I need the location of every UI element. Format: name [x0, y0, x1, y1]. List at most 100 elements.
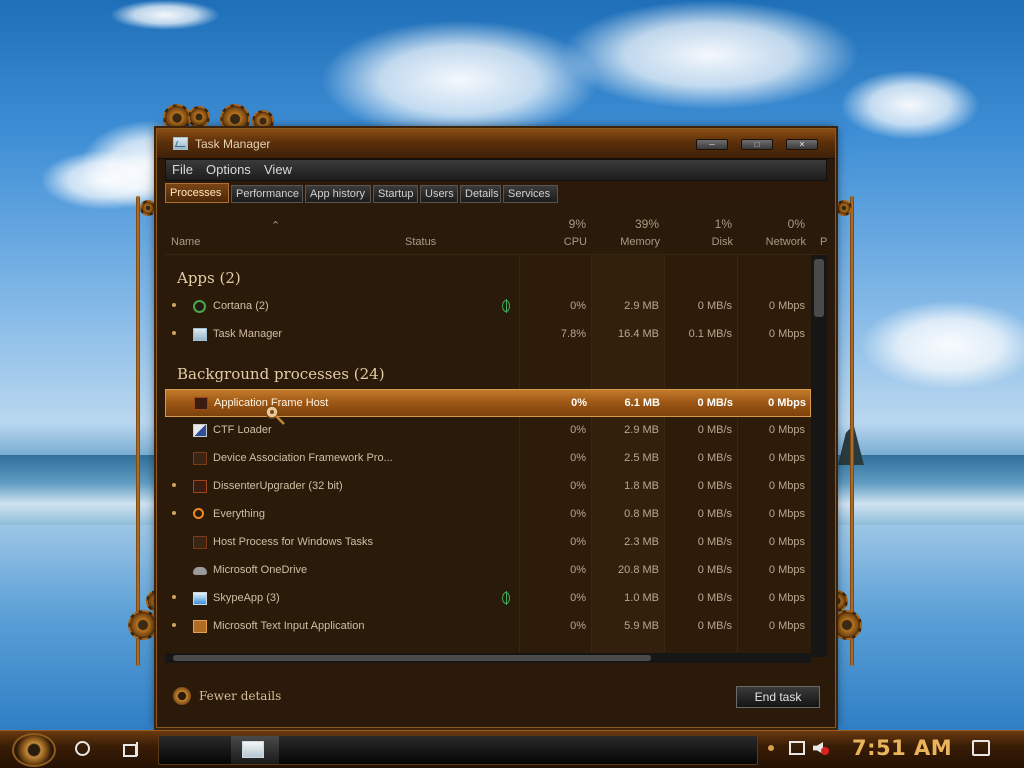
- tab-startup[interactable]: Startup: [373, 185, 418, 203]
- task-manager-icon: [173, 137, 188, 150]
- process-list: ⌃ Name Status 9% CPU 39% Memory 1% Disk …: [165, 205, 827, 657]
- table-row[interactable]: Host Process for Windows Tasks 0% 2.3 MB…: [165, 529, 811, 557]
- expand-icon[interactable]: [172, 595, 176, 599]
- task-view-icon[interactable]: [121, 742, 139, 757]
- memory-cell: 1.8 MB: [624, 480, 659, 492]
- table-row[interactable]: DissenterUpgrader (32 bit) 0% 1.8 MB 0 M…: [165, 473, 811, 501]
- memory-cell: 16.4 MB: [618, 328, 659, 340]
- host-process-icon: [193, 536, 207, 549]
- network-cell: 0 Mbps: [768, 508, 805, 520]
- cloud-icon: [193, 567, 207, 575]
- horizontal-scrollbar[interactable]: [165, 653, 811, 663]
- vertical-scroll-thumb[interactable]: [814, 259, 824, 317]
- search-icon: [193, 508, 204, 519]
- menu-file[interactable]: File: [172, 162, 193, 177]
- start-button[interactable]: [12, 733, 56, 767]
- group-apps-title: Apps (2): [177, 269, 241, 287]
- fewer-details-link[interactable]: Fewer details: [199, 689, 281, 703]
- text-input-icon: [193, 620, 207, 633]
- process-name: Device Association Framework Pro...: [213, 452, 393, 464]
- expand-icon[interactable]: [172, 303, 176, 307]
- column-power[interactable]: Po: [820, 236, 827, 248]
- taskbar-task-manager-button[interactable]: [231, 736, 279, 764]
- memory-cell: 5.9 MB: [624, 620, 659, 632]
- table-row[interactable]: Everything 0% 0.8 MB 0 MB/s 0 Mbps: [165, 501, 811, 529]
- window-title: Task Manager: [195, 137, 271, 151]
- memory-cell: 2.3 MB: [624, 536, 659, 548]
- expand-icon[interactable]: [172, 623, 176, 627]
- disk-cell: 0 MB/s: [697, 397, 733, 409]
- cpu-cell: 0%: [570, 480, 586, 492]
- column-disk[interactable]: Disk: [685, 236, 733, 248]
- expand-icon[interactable]: [172, 483, 176, 487]
- tab-users[interactable]: Users: [420, 185, 458, 203]
- table-row[interactable]: Microsoft OneDrive 0% 20.8 MB 0 MB/s 0 M…: [165, 557, 811, 585]
- process-name: Host Process for Windows Tasks: [213, 536, 373, 548]
- disk-cell: 0 MB/s: [697, 592, 732, 604]
- column-name[interactable]: Name: [171, 236, 200, 248]
- cpu-cell: 7.8%: [560, 328, 586, 340]
- table-row-selected[interactable]: Application Frame Host 0% 6.1 MB 0 MB/s …: [165, 389, 811, 417]
- disk-cell: 0 MB/s: [697, 620, 732, 632]
- disk-cell: 0 MB/s: [697, 508, 732, 520]
- expand-icon[interactable]: [172, 331, 176, 335]
- disk-total: 1%: [714, 217, 732, 231]
- tab-app-history[interactable]: App history: [305, 185, 371, 203]
- table-row[interactable]: Microsoft Text Input Application 0% 5.9 …: [165, 613, 811, 641]
- title-bar[interactable]: Task Manager ─ □ ✕: [157, 129, 835, 159]
- taskbar-clock[interactable]: 7:51 AM: [852, 736, 952, 760]
- memory-cell: 2.9 MB: [624, 424, 659, 436]
- horizontal-scroll-thumb[interactable]: [173, 655, 651, 661]
- column-header: ⌃ Name Status 9% CPU 39% Memory 1% Disk …: [165, 205, 827, 255]
- cortana-icon: [193, 300, 206, 313]
- ctf-icon: [193, 424, 207, 437]
- cpu-cell: 0%: [570, 300, 586, 312]
- tab-processes[interactable]: Processes: [165, 183, 229, 203]
- memory-cell: 1.0 MB: [624, 592, 659, 604]
- table-row[interactable]: Cortana (2) 0% 2.9 MB 0 MB/s 0 Mbps: [165, 293, 811, 321]
- network-cell: 0 Mbps: [768, 397, 806, 409]
- tray-overflow-icon[interactable]: [768, 745, 774, 751]
- menu-options[interactable]: Options: [206, 162, 251, 177]
- memory-cell: 6.1 MB: [624, 397, 660, 409]
- column-status[interactable]: Status: [405, 236, 436, 248]
- action-center-icon[interactable]: [972, 740, 990, 756]
- network-cell: 0 Mbps: [768, 564, 805, 576]
- column-memory[interactable]: Memory: [605, 236, 660, 248]
- cpu-cell: 0%: [570, 592, 586, 604]
- cpu-cell: 0%: [570, 564, 586, 576]
- network-icon[interactable]: [789, 741, 805, 755]
- memory-cell: 0.8 MB: [624, 508, 659, 520]
- vertical-scrollbar[interactable]: [811, 255, 827, 657]
- cpu-cell: 0%: [570, 508, 586, 520]
- expand-icon[interactable]: [172, 511, 176, 515]
- collapse-icon[interactable]: [173, 687, 191, 705]
- disk-cell: 0 MB/s: [697, 480, 732, 492]
- close-button[interactable]: ✕: [786, 139, 818, 150]
- menu-view[interactable]: View: [264, 162, 292, 177]
- memory-cell: 20.8 MB: [618, 564, 659, 576]
- memory-total: 39%: [634, 217, 659, 231]
- tab-details[interactable]: Details: [460, 185, 501, 203]
- tab-services[interactable]: Services: [503, 185, 558, 203]
- minimize-button[interactable]: ─: [696, 139, 728, 150]
- network-total: 0%: [787, 217, 805, 231]
- column-network[interactable]: Network: [745, 236, 806, 248]
- table-row[interactable]: CTF Loader 0% 2.9 MB 0 MB/s 0 Mbps: [165, 417, 811, 445]
- network-cell: 0 Mbps: [768, 452, 805, 464]
- disk-cell: 0 MB/s: [697, 424, 732, 436]
- task-manager-icon: [242, 741, 264, 758]
- network-cell: 0 Mbps: [768, 480, 805, 492]
- table-row[interactable]: SkypeApp (3) 0% 1.0 MB 0 MB/s 0 Mbps: [165, 585, 811, 613]
- sort-up-icon: ⌃: [271, 220, 281, 232]
- cpu-cell: 0%: [570, 620, 586, 632]
- table-row[interactable]: Device Association Framework Pro... 0% 2…: [165, 445, 811, 473]
- tab-performance[interactable]: Performance: [231, 185, 303, 203]
- skype-icon: [193, 592, 207, 605]
- column-cpu[interactable]: CPU: [545, 236, 587, 248]
- maximize-button[interactable]: □: [741, 139, 773, 150]
- table-row[interactable]: Task Manager 7.8% 16.4 MB 0.1 MB/s 0 Mbp…: [165, 321, 811, 349]
- end-task-button[interactable]: End task: [736, 686, 820, 708]
- cortana-search-icon[interactable]: [75, 741, 90, 756]
- disk-cell: 0 MB/s: [697, 564, 732, 576]
